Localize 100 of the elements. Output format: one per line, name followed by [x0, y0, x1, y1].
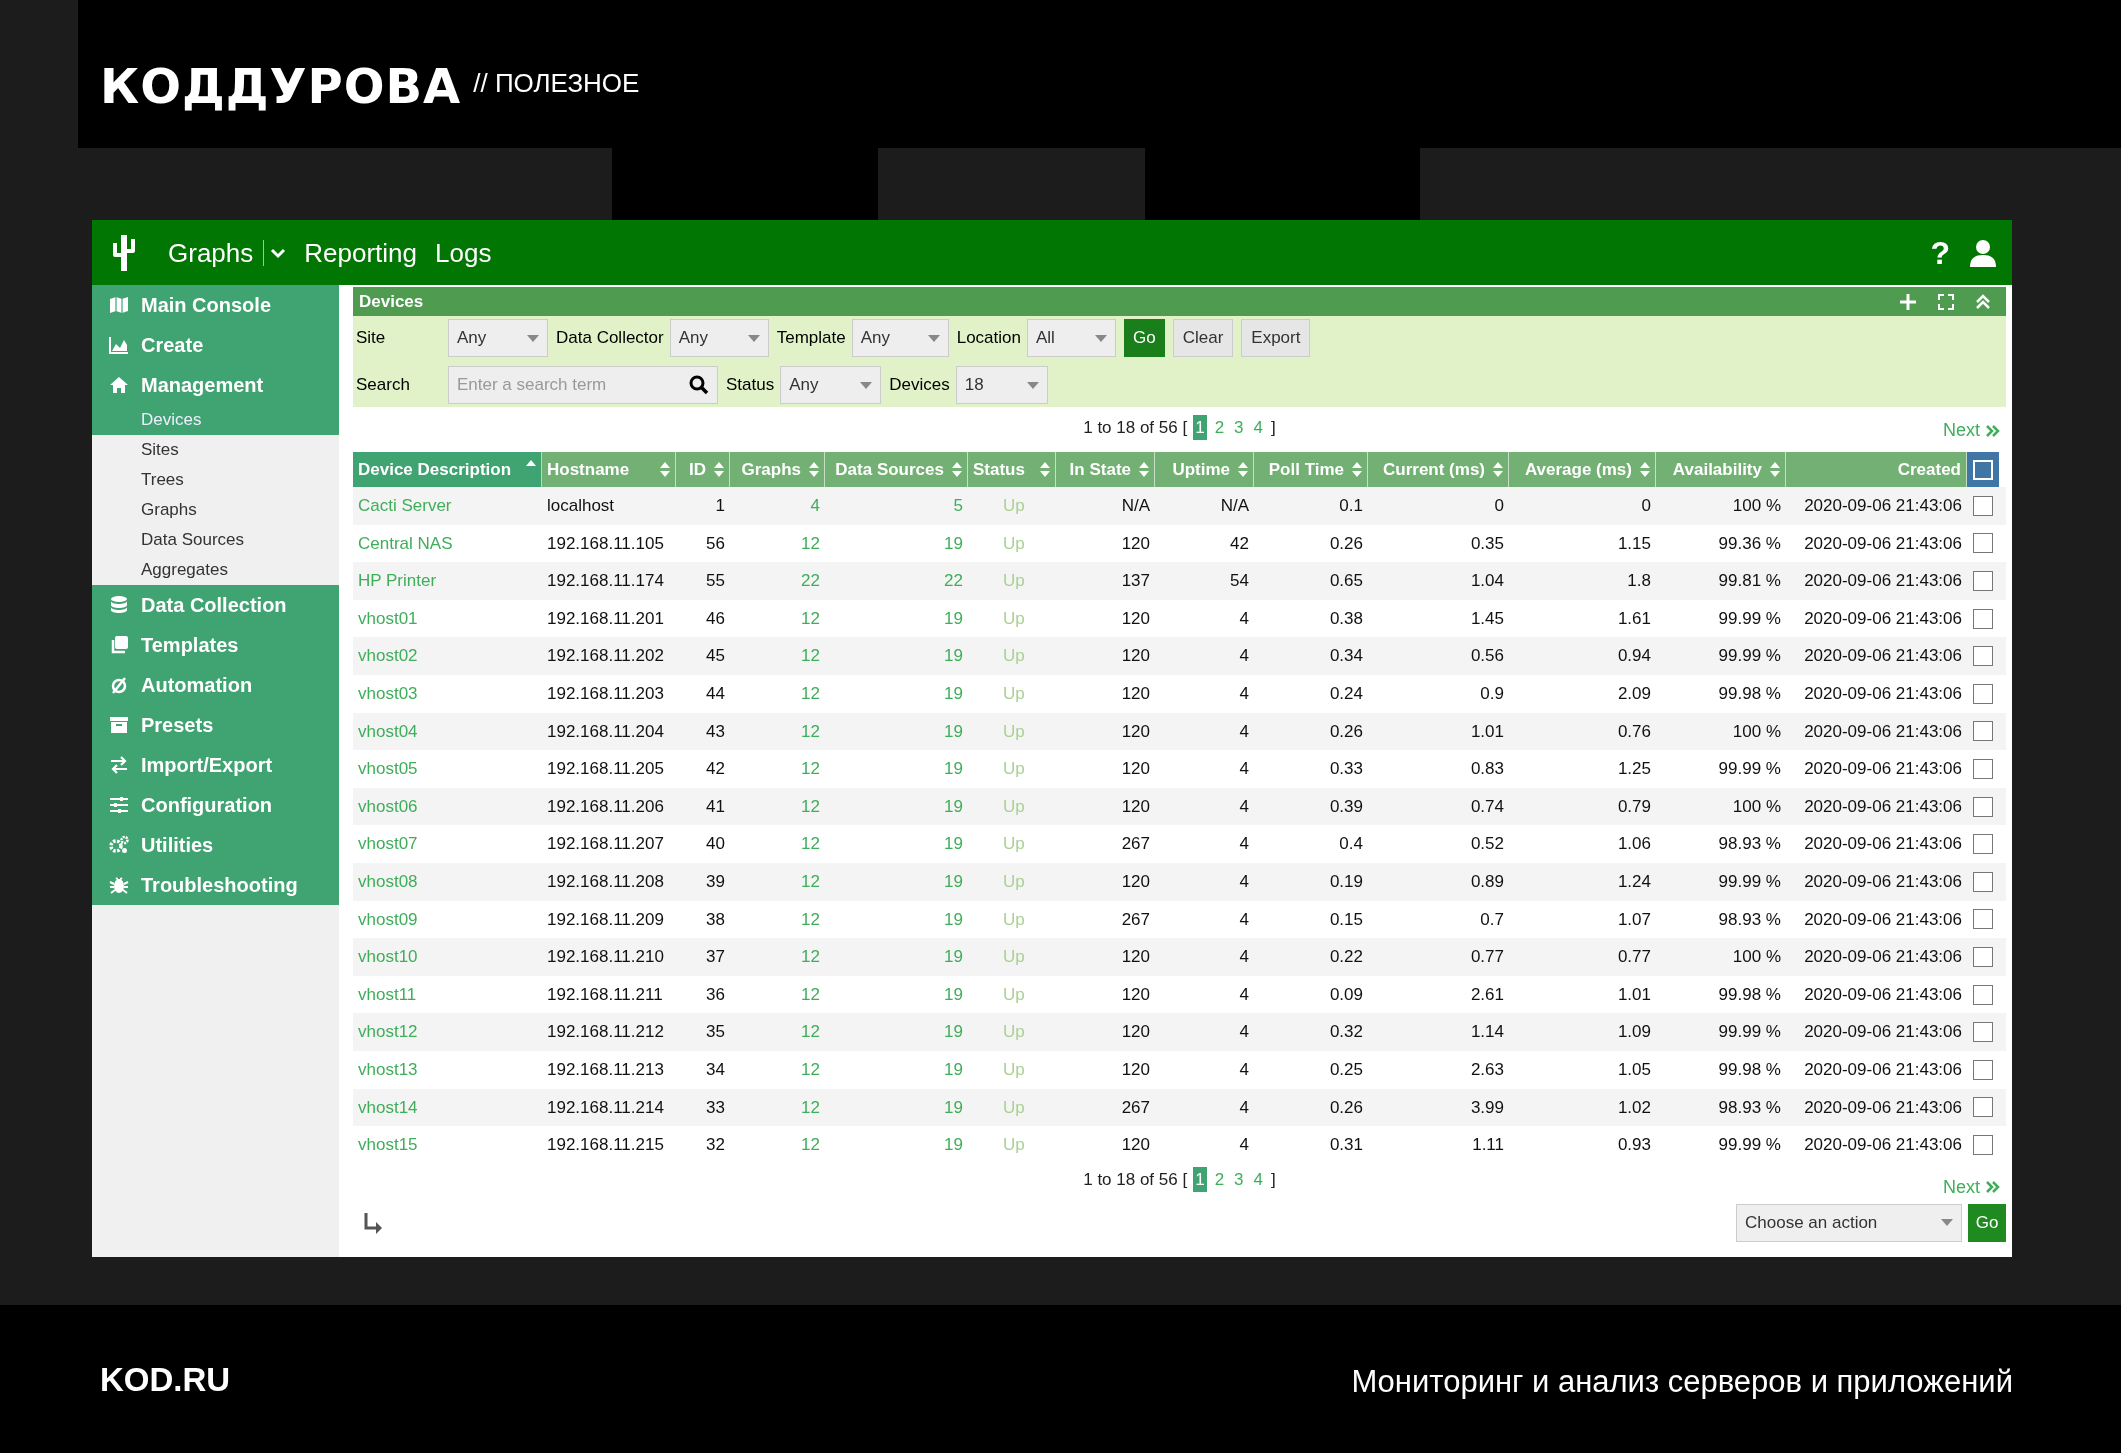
page-link[interactable]: 3: [1232, 1166, 1246, 1193]
row-checkbox[interactable]: [1973, 608, 1993, 629]
row-checkbox[interactable]: [1973, 984, 1993, 1005]
action-select[interactable]: Choose an action: [1736, 1203, 1962, 1242]
count-link[interactable]: 5: [953, 493, 963, 519]
filter-select[interactable]: Any: [669, 319, 769, 357]
count-link[interactable]: 19: [944, 869, 963, 895]
column-header[interactable]: In State: [1056, 452, 1155, 487]
row-checkbox[interactable]: [1973, 834, 1993, 855]
nav-tab[interactable]: Reporting: [304, 239, 417, 266]
collapse-icon[interactable]: [1976, 293, 1990, 310]
device-link[interactable]: vhost15: [358, 1132, 418, 1158]
row-checkbox[interactable]: [1973, 1059, 1993, 1080]
count-link[interactable]: 19: [944, 605, 963, 632]
sidebar-subitem[interactable]: Trees: [92, 465, 339, 495]
next-link[interactable]: Next: [1943, 1173, 1980, 1201]
page-link[interactable]: 3: [1232, 414, 1246, 441]
device-link[interactable]: vhost14: [358, 1094, 418, 1121]
count-link[interactable]: 12: [801, 1019, 820, 1045]
device-link[interactable]: vhost02: [358, 643, 418, 669]
row-checkbox[interactable]: [1973, 946, 1993, 967]
page-link[interactable]: 4: [1251, 414, 1266, 441]
count-link[interactable]: 12: [801, 944, 820, 970]
row-checkbox[interactable]: [1973, 1134, 1993, 1155]
page-link[interactable]: 2: [1212, 414, 1227, 441]
count-link[interactable]: 12: [801, 1132, 820, 1158]
page-link[interactable]: 1: [1193, 414, 1207, 441]
column-header[interactable]: Created: [1786, 452, 1967, 487]
count-link[interactable]: 12: [801, 605, 820, 632]
row-checkbox[interactable]: [1973, 871, 1993, 892]
count-link[interactable]: 22: [944, 568, 963, 594]
device-link[interactable]: vhost01: [358, 605, 418, 632]
select-all-checkbox[interactable]: [1973, 459, 1993, 480]
double-chevron-icon[interactable]: [1986, 424, 2000, 437]
device-link[interactable]: vhost04: [358, 718, 418, 745]
column-header[interactable]: ID: [676, 452, 730, 487]
nav-tab[interactable]: Graphs: [168, 239, 254, 266]
count-link[interactable]: 22: [801, 568, 820, 594]
sidebar-item[interactable]: Create: [141, 330, 204, 360]
user-icon[interactable]: [1970, 238, 1996, 267]
go-button[interactable]: Go: [1968, 1203, 2006, 1242]
device-link[interactable]: vhost09: [358, 906, 418, 933]
filter-select[interactable]: 18: [955, 366, 1048, 404]
count-link[interactable]: 12: [801, 906, 820, 933]
count-link[interactable]: 12: [801, 869, 820, 895]
fullscreen-icon[interactable]: [1938, 293, 1954, 310]
device-link[interactable]: vhost05: [358, 756, 418, 782]
filter-select[interactable]: Any: [780, 366, 882, 404]
count-link[interactable]: 19: [944, 1056, 963, 1083]
row-checkbox[interactable]: [1973, 533, 1993, 554]
nav-tab[interactable]: Logs: [435, 239, 492, 266]
count-link[interactable]: 19: [944, 718, 963, 745]
count-link[interactable]: 19: [944, 831, 963, 857]
device-link[interactable]: vhost06: [358, 793, 418, 820]
count-link[interactable]: 12: [801, 530, 820, 557]
count-link[interactable]: 19: [944, 681, 963, 707]
count-link[interactable]: 19: [944, 944, 963, 970]
sidebar-subitem[interactable]: Data Sources: [92, 525, 339, 555]
filter-button[interactable]: Export: [1241, 319, 1311, 357]
column-header[interactable]: Poll Time: [1254, 452, 1368, 487]
count-link[interactable]: 19: [944, 1094, 963, 1121]
device-link[interactable]: vhost07: [358, 831, 418, 857]
page-link[interactable]: 1: [1193, 1166, 1207, 1193]
go-button[interactable]: Go: [1124, 319, 1165, 357]
device-link[interactable]: vhost10: [358, 944, 418, 970]
device-link[interactable]: vhost12: [358, 1019, 418, 1045]
sidebar-subitem[interactable]: Sites: [92, 435, 339, 465]
plus-icon[interactable]: [1900, 293, 1916, 310]
count-link[interactable]: 12: [801, 643, 820, 669]
row-checkbox[interactable]: [1973, 1022, 1993, 1043]
count-link[interactable]: 12: [801, 793, 820, 820]
column-header[interactable]: Average (ms): [1509, 452, 1656, 487]
filter-select[interactable]: Any: [448, 319, 548, 357]
help-icon[interactable]: ?: [1930, 236, 1950, 269]
column-header[interactable]: Uptime: [1155, 452, 1254, 487]
count-link[interactable]: 19: [944, 906, 963, 933]
device-link[interactable]: Central NAS: [358, 530, 453, 557]
count-link[interactable]: 19: [944, 1019, 963, 1045]
column-header[interactable]: Status: [968, 452, 1056, 487]
double-chevron-icon[interactable]: [1986, 1181, 2000, 1194]
column-header[interactable]: Hostname: [542, 452, 676, 487]
filter-select[interactable]: All: [1027, 319, 1116, 357]
device-link[interactable]: vhost11: [358, 981, 417, 1008]
chevron-down-icon[interactable]: [270, 246, 287, 259]
count-link[interactable]: 4: [810, 493, 820, 519]
row-checkbox[interactable]: [1973, 909, 1993, 930]
search-input[interactable]: Enter a search term: [457, 372, 677, 398]
filter-select[interactable]: Any: [851, 319, 949, 357]
count-link[interactable]: 12: [801, 718, 820, 745]
page-link[interactable]: 4: [1251, 1166, 1266, 1193]
page-link[interactable]: 2: [1212, 1166, 1227, 1193]
sidebar-subitem[interactable]: Devices: [92, 405, 339, 435]
next-link[interactable]: Next: [1943, 417, 1980, 444]
count-link[interactable]: 19: [944, 1132, 963, 1158]
sidebar-subitem[interactable]: Graphs: [92, 495, 339, 525]
column-header[interactable]: Device Description: [353, 452, 542, 487]
device-link[interactable]: HP Printer: [358, 568, 437, 594]
row-checkbox[interactable]: [1973, 796, 1993, 817]
count-link[interactable]: 12: [801, 681, 820, 707]
count-link[interactable]: 19: [944, 643, 963, 669]
